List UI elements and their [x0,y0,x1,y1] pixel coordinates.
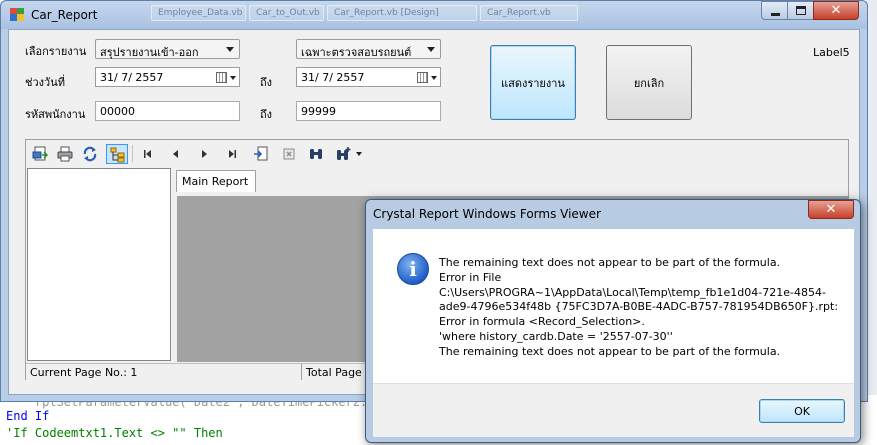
employee-to-input[interactable] [297,102,440,120]
close-icon: ✕ [830,3,842,18]
refresh-button[interactable] [79,144,101,164]
filter-combo[interactable]: เฉพาะตรวจสอบรถยนต์ [296,39,441,59]
message-line: The remaining text does not appear to be… [439,256,781,269]
info-icon: i [397,253,429,285]
date-to-label: ถึง [260,76,273,89]
cancel-button[interactable]: ยกเลิก [606,45,692,120]
find-icon [310,149,322,159]
report-type-value: สรุปรายงานเข้า-ออก [100,46,199,59]
date-to-picker[interactable]: 31/ 7/ 2557 [296,67,441,87]
first-page-button[interactable] [137,144,159,164]
date-to-value: 31/ 7/ 2557 [301,71,365,84]
date-from-value: 31/ 7/ 2557 [100,71,164,84]
message-line: Error in File [439,270,502,284]
message-line: C:\Users\PROGRA~1\AppData\Local\Temp\tem… [439,285,826,299]
background-tab: Car_Report.vb [Design] [327,5,477,21]
export-button[interactable] [29,144,51,164]
chevron-down-icon [431,76,437,80]
calendar-icon [216,72,227,83]
viewer-toolbar [26,140,848,167]
goto-page-icon [254,146,268,161]
employee-from-field[interactable] [95,101,240,121]
print-button[interactable] [54,144,76,164]
ok-button[interactable]: OK [759,399,845,423]
group-tree-pane[interactable] [27,168,171,361]
show-report-button[interactable]: แสดงรายงาน [490,45,576,120]
goto-page-button[interactable] [250,144,272,164]
toggle-group-tree-button[interactable] [106,144,128,164]
status-divider [301,364,302,380]
chevron-down-icon [356,152,362,156]
code-line: 'If Codeemtxt1.Text <> "" Then [6,426,223,440]
toolbar-separator [132,145,133,162]
current-page-status: Current Page No.: 1 [30,366,138,379]
find-button[interactable] [305,144,327,164]
window-title: Car_Report [31,8,98,22]
close-icon: ✕ [825,202,837,217]
previous-page-icon [173,150,178,158]
first-page-icon [144,150,151,158]
last-page-button[interactable] [221,144,243,164]
report-type-label: เลือกรายงาน [25,45,87,58]
employee-from-input[interactable] [96,102,239,120]
background-tab: Employee_Data.vb [151,5,246,21]
calendar-icon [417,72,428,83]
zoom-icon [337,147,351,160]
minimize-button[interactable] [761,1,788,20]
employee-to-field[interactable] [296,101,441,121]
dialog-footer: OK [373,383,854,437]
print-icon [57,146,73,162]
dialog-body: i The remaining text does not appear to … [373,229,854,383]
stop-icon [283,148,295,160]
tab-main-report[interactable]: Main Report [176,170,256,192]
chevron-down-icon [427,47,435,52]
message-line: The remaining text does not appear to be… [439,344,781,358]
chevron-down-icon [230,76,236,80]
employee-code-label: รหัสพนักงาน [25,108,86,121]
maximize-button[interactable] [787,1,814,20]
zoom-button[interactable] [333,144,363,164]
app-icon [10,8,24,21]
dialog-message: The remaining text does not appear to be… [439,256,849,360]
report-tab-strip: Main Report [176,168,848,194]
report-type-combo[interactable]: สรุปรายงานเข้า-ออก [95,39,240,59]
last-page-icon [229,150,236,158]
background-tab: Car_Report.vb [480,5,578,21]
minimize-icon [771,13,780,16]
background-tab: Car_to_Out.vb [249,5,324,21]
filter-value: เฉพาะตรวจสอบรถยนต์ [301,46,412,59]
stop-button[interactable] [278,144,300,164]
message-line: Error in formula <Record_Selection>. [439,315,645,329]
message-line: ade9-4796e534f48b {75FC3D7A-B0BE-4ADC-B7… [439,300,839,314]
dialog-close-button[interactable]: ✕ [808,200,854,219]
employee-to-label: ถึง [260,108,273,121]
export-icon [32,146,48,161]
group-tree-icon [110,147,125,163]
code-line: End If [6,409,50,423]
error-dialog: Crystal Report Windows Forms Viewer ✕ i … [365,199,861,443]
maximize-icon [796,6,806,15]
next-page-icon [202,150,207,158]
refresh-icon [83,146,97,162]
previous-page-button[interactable] [165,144,187,164]
date-range-label: ช่วงวันที่ [25,76,65,89]
date-from-picker[interactable]: 31/ 7/ 2557 [95,67,240,87]
next-page-button[interactable] [193,144,215,164]
window-titlebar[interactable]: Car_Report Employee_Data.vb Car_to_Out.v… [1,1,867,29]
dialog-title: Crystal Report Windows Forms Viewer [373,207,601,221]
message-line: 'where history_cardb.Date = '2557-07-30'… [439,329,673,343]
label5: Label5 [813,46,850,59]
chevron-down-icon [226,47,234,52]
close-button[interactable]: ✕ [813,1,859,20]
